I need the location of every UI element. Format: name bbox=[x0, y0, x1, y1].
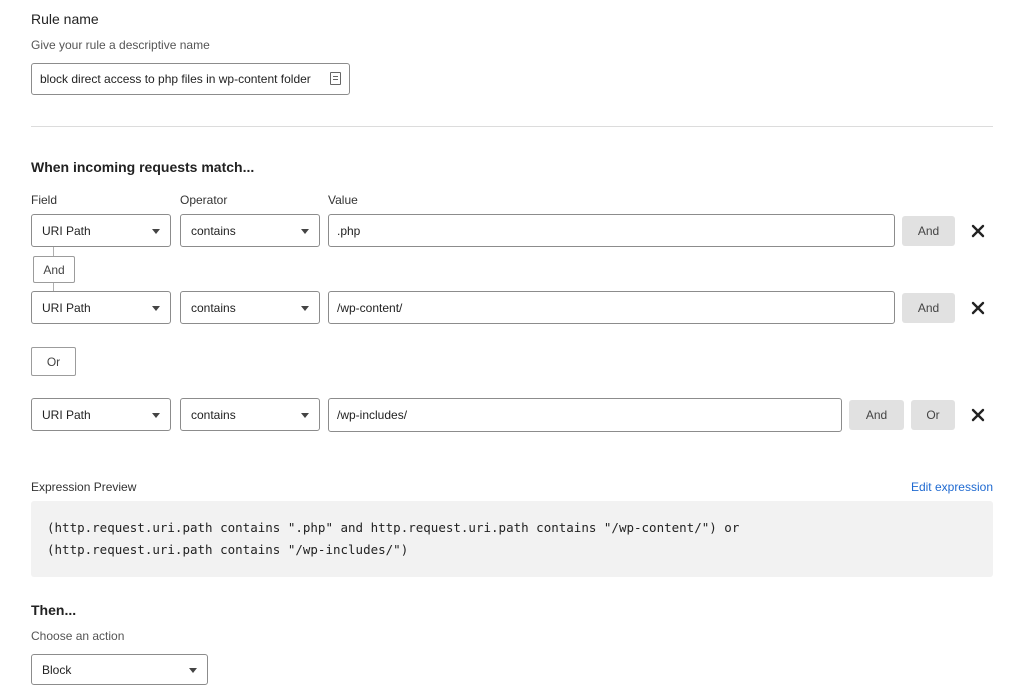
and-connector-line-bottom bbox=[53, 283, 54, 291]
expression-preview-label: Expression Preview bbox=[31, 480, 137, 494]
value-input-text: .php bbox=[337, 223, 361, 238]
rule-name-hint: Give your rule a descriptive name bbox=[31, 38, 210, 52]
match-section-title: When incoming requests match... bbox=[31, 159, 255, 175]
then-section-title: Then... bbox=[31, 602, 77, 618]
operator-select-row-3[interactable]: contains bbox=[180, 398, 320, 431]
edit-expression-link[interactable]: Edit expression bbox=[911, 480, 993, 494]
close-icon[interactable] bbox=[970, 407, 986, 423]
column-header-operator: Operator bbox=[180, 193, 228, 207]
field-select-value: URI Path bbox=[42, 300, 91, 315]
expression-line-1: (http.request.uri.path contains ".php" a… bbox=[47, 520, 740, 535]
field-select-row-1[interactable]: URI Path bbox=[31, 214, 171, 247]
field-select-value: URI Path bbox=[42, 407, 91, 422]
column-header-value: Value bbox=[328, 193, 358, 207]
column-header-field: Field bbox=[31, 193, 58, 207]
chevron-down-icon bbox=[152, 305, 160, 311]
and-connector-line-top bbox=[53, 247, 54, 256]
chevron-down-icon bbox=[152, 228, 160, 234]
action-select-value: Block bbox=[42, 662, 72, 677]
chevron-down-icon bbox=[152, 412, 160, 418]
value-input-row-3[interactable]: /wp-includes/ bbox=[328, 398, 842, 432]
operator-select-value: contains bbox=[191, 223, 236, 238]
and-button-row-2[interactable]: And bbox=[902, 293, 955, 323]
or-group-button[interactable]: Or bbox=[31, 347, 76, 376]
and-connector-button[interactable]: And bbox=[33, 256, 75, 283]
password-manager-icon[interactable] bbox=[330, 72, 341, 85]
operator-select-row-2[interactable]: contains bbox=[180, 291, 320, 324]
expression-preview-code: (http.request.uri.path contains ".php" a… bbox=[31, 501, 993, 577]
close-icon[interactable] bbox=[970, 223, 986, 239]
operator-select-value: contains bbox=[191, 300, 236, 315]
or-button-row-3[interactable]: Or bbox=[911, 400, 955, 430]
and-button-row-3[interactable]: And bbox=[849, 400, 904, 430]
chevron-down-icon bbox=[301, 305, 309, 311]
and-button-row-1[interactable]: And bbox=[902, 216, 955, 246]
chevron-down-icon bbox=[301, 412, 309, 418]
expression-line-2: (http.request.uri.path contains "/wp-inc… bbox=[47, 542, 409, 557]
close-icon[interactable] bbox=[970, 300, 986, 316]
rule-name-input[interactable]: block direct access to php files in wp-c… bbox=[31, 63, 350, 95]
operator-select-value: contains bbox=[191, 407, 236, 422]
action-select[interactable]: Block bbox=[31, 654, 208, 685]
action-hint: Choose an action bbox=[31, 629, 125, 643]
field-select-row-3[interactable]: URI Path bbox=[31, 398, 171, 431]
section-divider bbox=[31, 126, 993, 127]
value-input-row-2[interactable]: /wp-content/ bbox=[328, 291, 895, 324]
operator-select-row-1[interactable]: contains bbox=[180, 214, 320, 247]
value-input-text: /wp-includes/ bbox=[337, 408, 408, 422]
rule-name-value: block direct access to php files in wp-c… bbox=[40, 72, 311, 86]
value-input-text: /wp-content/ bbox=[337, 300, 403, 315]
chevron-down-icon bbox=[301, 228, 309, 234]
field-select-row-2[interactable]: URI Path bbox=[31, 291, 171, 324]
value-input-row-1[interactable]: .php bbox=[328, 214, 895, 247]
chevron-down-icon bbox=[189, 667, 197, 673]
rule-name-label: Rule name bbox=[31, 11, 99, 27]
field-select-value: URI Path bbox=[42, 223, 91, 238]
